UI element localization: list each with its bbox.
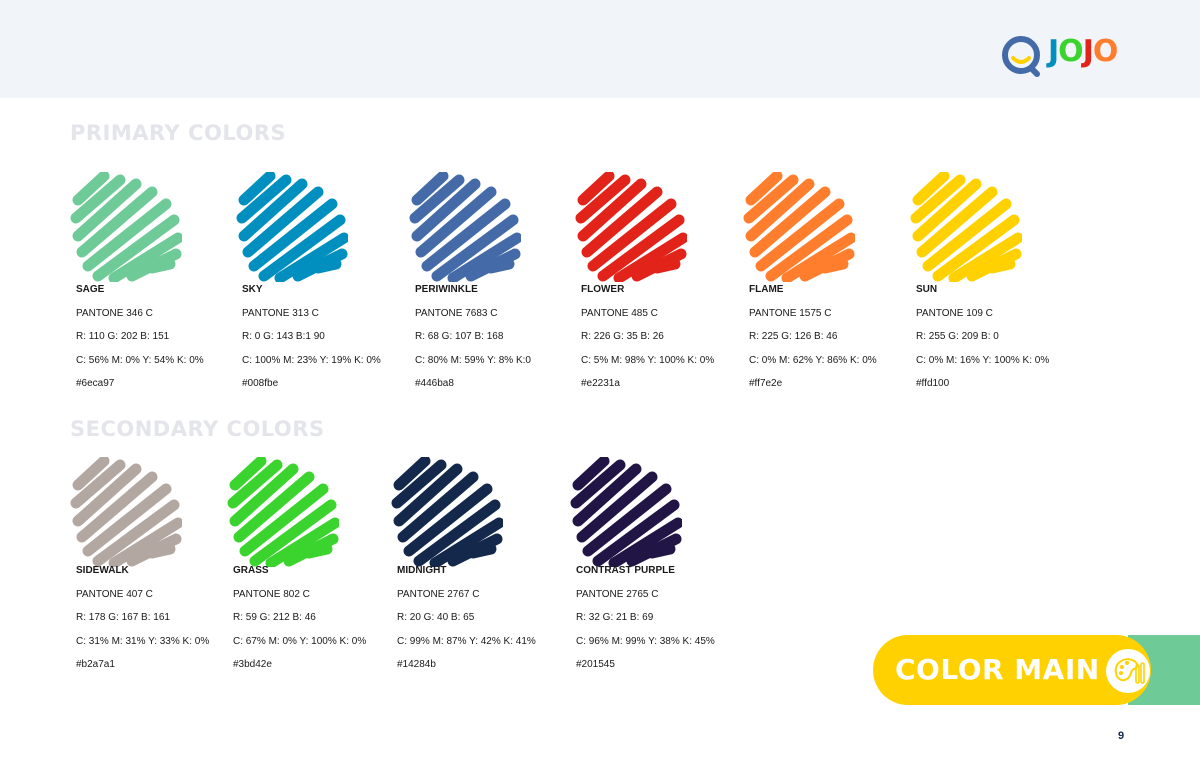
pantone-code: PANTONE 407 C bbox=[76, 588, 153, 600]
color-spec: SAGE PANTONE 346 C R: 110 G: 202 B: 151 C: … bbox=[76, 284, 204, 402]
color-spec: SUN PANTONE 109 C R: 255 G: 209 B: 0 C: 0% … bbox=[916, 284, 1049, 402]
secondary-colors-title: SECONDARY COLORS bbox=[70, 417, 325, 441]
hex-code: #e2231a bbox=[581, 378, 620, 390]
rgb-values: R: 110 G: 202 B: 151 bbox=[76, 331, 170, 343]
pantone-code: PANTONE 7683 C bbox=[415, 307, 498, 319]
color-scribble bbox=[391, 457, 503, 567]
badge-pill: COLOR MAIN bbox=[873, 635, 1151, 705]
cmyk-values: C: 56% M: 0% Y: 54% K: 0% bbox=[76, 354, 204, 366]
color-name: MIDNIGHT bbox=[397, 565, 447, 576]
pantone-code: PANTONE 109 C bbox=[916, 307, 993, 319]
color-name: CONTRAST PURPLE bbox=[576, 565, 675, 576]
rgb-values: R: 32 G: 21 B: 69 bbox=[576, 612, 654, 624]
cmyk-values: C: 5% M: 98% Y: 100% K: 0% bbox=[581, 354, 715, 366]
color-scribble bbox=[236, 172, 348, 282]
color-spec: GRASS PANTONE 802 C R: 59 G: 212 B: 46 C: 6… bbox=[233, 565, 366, 683]
hex-code: #008fbe bbox=[242, 378, 279, 390]
color-name: SIDEWALK bbox=[76, 565, 129, 576]
logo-letter: O bbox=[1092, 34, 1118, 69]
rgb-values: R: 68 G: 107 B: 168 bbox=[415, 331, 504, 343]
logo-mark-icon bbox=[1002, 36, 1040, 77]
logo-letter: J bbox=[1048, 34, 1059, 69]
page-number: 9 bbox=[1118, 730, 1125, 742]
rgb-values: R: 226 G: 35 B: 26 bbox=[581, 331, 664, 343]
color-scribble bbox=[570, 457, 682, 567]
color-scribble bbox=[409, 172, 521, 282]
logo-wordmark: JOJO bbox=[1048, 34, 1118, 69]
cmyk-values: C: 0% M: 16% Y: 100% K: 0% bbox=[916, 354, 1050, 366]
cmyk-values: C: 67% M: 0% Y: 100% K: 0% bbox=[233, 635, 367, 647]
color-spec: FLOWER PANTONE 485 C R: 226 G: 35 B: 26 C: … bbox=[581, 284, 714, 402]
jojo-logo: JOJO bbox=[1000, 34, 1134, 80]
hex-code: #446ba8 bbox=[415, 378, 454, 390]
color-spec: PERIWINKLE PANTONE 7683 C R: 68 G: 107 B: … bbox=[415, 284, 531, 402]
pantone-code: PANTONE 1575 C bbox=[749, 307, 832, 319]
cmyk-values: C: 80% M: 59% Y: 8% K:0 bbox=[415, 354, 531, 366]
rgb-values: R: 255 G: 209 B: 0 bbox=[916, 331, 999, 343]
pantone-code: PANTONE 2767 C bbox=[397, 588, 480, 600]
pantone-code: PANTONE 313 C bbox=[242, 307, 319, 319]
cmyk-values: C: 100% M: 23% Y: 19% K: 0% bbox=[242, 354, 381, 366]
color-spec: SIDEWALK PANTONE 407 C R: 178 G: 167 B: 16… bbox=[76, 565, 209, 683]
color-scribble bbox=[70, 457, 182, 567]
rgb-values: R: 178 G: 167 B: 161 bbox=[76, 612, 170, 624]
color-spec: MIDNIGHT PANTONE 2767 C R: 20 G: 40 B: 65 C… bbox=[397, 565, 536, 683]
hex-code: #ffd100 bbox=[916, 378, 950, 390]
hex-code: #6eca97 bbox=[76, 378, 115, 390]
color-scribble bbox=[743, 172, 855, 282]
cmyk-values: C: 0% M: 62% Y: 86% K: 0% bbox=[749, 354, 877, 366]
rgb-values: R: 20 G: 40 B: 65 bbox=[397, 612, 475, 624]
rgb-values: R: 0 G: 143 B:1 90 bbox=[242, 331, 325, 343]
pantone-code: PANTONE 2765 C bbox=[576, 588, 659, 600]
logo-letter: O bbox=[1058, 34, 1083, 69]
pantone-code: PANTONE 346 C bbox=[76, 307, 153, 319]
color-spec: SKY PANTONE 313 C R: 0 G: 143 B:1 90 C: 100… bbox=[242, 284, 381, 402]
hex-code: #14284b bbox=[397, 659, 436, 671]
rgb-values: R: 225 G: 126 B: 46 bbox=[749, 331, 838, 343]
color-scribble bbox=[575, 172, 687, 282]
cmyk-values: C: 96% M: 99% Y: 38% K: 45% bbox=[576, 635, 715, 647]
color-scribble bbox=[227, 457, 339, 567]
color-scribble bbox=[910, 172, 1022, 282]
hex-code: #b2a7a1 bbox=[76, 659, 115, 671]
badge-label: COLOR MAIN bbox=[895, 653, 1100, 686]
cmyk-values: C: 99% M: 87% Y: 42% K: 41% bbox=[397, 635, 536, 647]
color-spec: CONTRAST PURPLE PANTONE 2765 C R: 32 G: 21… bbox=[576, 565, 715, 683]
color-name: FLAME bbox=[749, 284, 784, 295]
color-scribble bbox=[70, 172, 182, 282]
color-name: SKY bbox=[242, 284, 263, 295]
logo-letter: J bbox=[1082, 34, 1094, 69]
color-spec: FLAME PANTONE 1575 C R: 225 G: 126 B: 46 C:… bbox=[749, 284, 877, 402]
color-name: SUN bbox=[916, 284, 938, 295]
palette-brush-icon bbox=[1106, 649, 1150, 693]
color-name: GRASS bbox=[233, 565, 269, 576]
color-main-badge: COLOR MAIN bbox=[873, 635, 1200, 705]
rgb-values: R: 59 G: 212 B: 46 bbox=[233, 612, 316, 624]
top-banner: JOJO bbox=[0, 0, 1200, 98]
color-name: FLOWER bbox=[581, 284, 625, 295]
color-name: PERIWINKLE bbox=[415, 284, 478, 295]
color-name: SAGE bbox=[76, 284, 105, 295]
pantone-code: PANTONE 802 C bbox=[233, 588, 310, 600]
primary-colors-title: PRIMARY COLORS bbox=[70, 121, 287, 145]
hex-code: #3bd42e bbox=[233, 659, 272, 671]
hex-code: #201545 bbox=[576, 659, 615, 671]
hex-code: #ff7e2e bbox=[749, 378, 783, 390]
pantone-code: PANTONE 485 C bbox=[581, 307, 658, 319]
cmyk-values: C: 31% M: 31% Y: 33% K: 0% bbox=[76, 635, 210, 647]
